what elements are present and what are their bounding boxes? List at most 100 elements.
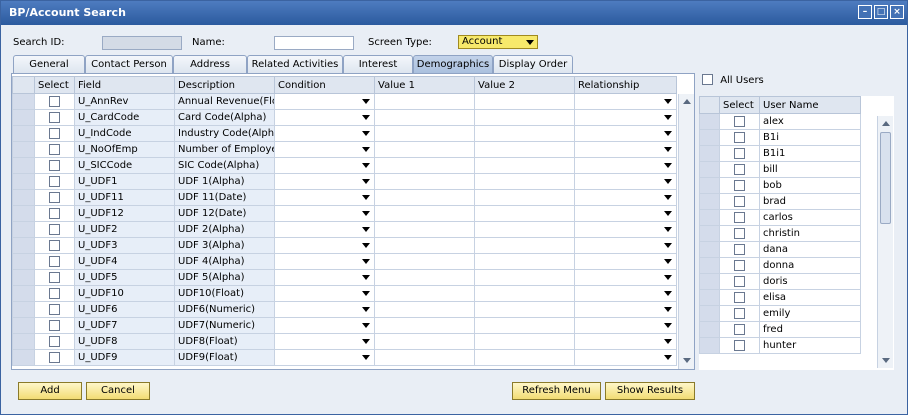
value-1-cell[interactable] [374, 269, 475, 286]
value-2-cell[interactable] [474, 333, 575, 350]
chevron-down-icon[interactable] [664, 355, 672, 360]
chevron-down-icon[interactable] [664, 339, 672, 344]
table-row[interactable]: U_NoOfEmpNumber of Employees [12, 141, 677, 158]
chevron-down-icon[interactable] [664, 163, 672, 168]
user-select-checkbox[interactable] [734, 179, 745, 191]
chevron-down-icon[interactable] [362, 99, 370, 104]
user-select-cell[interactable] [719, 177, 760, 194]
select-cell[interactable] [34, 125, 75, 142]
tab-display-order[interactable]: Display Order [493, 55, 573, 73]
list-item[interactable]: brad [699, 193, 861, 210]
chevron-down-icon[interactable] [362, 275, 370, 280]
chevron-down-icon[interactable] [664, 307, 672, 312]
row-header[interactable] [699, 225, 720, 242]
chevron-down-icon[interactable] [362, 163, 370, 168]
list-item[interactable]: bill [699, 161, 861, 178]
chevron-down-icon[interactable] [362, 131, 370, 136]
row-header[interactable] [699, 209, 720, 226]
relationship-cell[interactable] [574, 221, 677, 238]
select-cell[interactable] [34, 189, 75, 206]
select-cell[interactable] [34, 301, 75, 318]
relationship-cell[interactable] [574, 285, 677, 302]
row-select-checkbox[interactable] [49, 111, 60, 123]
row-header[interactable] [12, 189, 35, 206]
value-1-cell[interactable] [374, 125, 475, 142]
row-header[interactable] [12, 237, 35, 254]
user-select-cell[interactable] [719, 145, 760, 162]
row-select-checkbox[interactable] [49, 143, 60, 155]
chevron-down-icon[interactable] [664, 291, 672, 296]
tab-interest[interactable]: Interest [343, 55, 413, 73]
user-select-cell[interactable] [719, 337, 760, 354]
chevron-down-icon[interactable] [664, 195, 672, 200]
condition-cell[interactable] [274, 157, 375, 174]
row-select-checkbox[interactable] [49, 159, 60, 171]
relationship-cell[interactable] [574, 237, 677, 254]
user-select-checkbox[interactable] [734, 147, 745, 159]
user-select-cell[interactable] [719, 305, 760, 322]
col-select[interactable]: Select [34, 76, 75, 94]
chevron-down-icon[interactable] [362, 339, 370, 344]
add-button[interactable]: Add [18, 382, 82, 400]
chevron-down-icon[interactable] [362, 307, 370, 312]
chevron-down-icon[interactable] [362, 211, 370, 216]
value-2-cell[interactable] [474, 109, 575, 126]
row-header[interactable] [12, 253, 35, 270]
chevron-down-icon[interactable] [362, 243, 370, 248]
row-header[interactable] [699, 289, 720, 306]
row-select-checkbox[interactable] [49, 127, 60, 139]
col-value-2[interactable]: Value 2 [474, 76, 575, 94]
chevron-down-icon[interactable] [362, 291, 370, 296]
chevron-down-icon[interactable] [362, 195, 370, 200]
user-select-cell[interactable] [719, 273, 760, 290]
condition-cell[interactable] [274, 349, 375, 366]
value-1-cell[interactable] [374, 205, 475, 222]
select-cell[interactable] [34, 157, 75, 174]
table-row[interactable]: U_CardCode Card Code(Alpha) [12, 109, 677, 126]
select-cell[interactable] [34, 141, 75, 158]
chevron-down-icon[interactable] [362, 147, 370, 152]
table-row[interactable]: U_AnnRevAnnual Revenue(Float) [12, 93, 677, 110]
close-icon[interactable]: × [890, 5, 904, 19]
relationship-cell[interactable] [574, 333, 677, 350]
row-header[interactable] [12, 221, 35, 238]
value-1-cell[interactable] [374, 109, 475, 126]
list-item[interactable]: hunter [699, 337, 861, 354]
relationship-cell[interactable] [574, 173, 677, 190]
table-row[interactable]: U_UDF3 UDF 3(Alpha) [12, 237, 677, 254]
relationship-cell[interactable] [574, 317, 677, 334]
row-header[interactable] [12, 285, 35, 302]
maximize-icon[interactable]: □ [874, 5, 888, 19]
row-select-checkbox[interactable] [49, 271, 60, 283]
list-item[interactable]: donna [699, 257, 861, 274]
scroll-down-icon[interactable] [683, 358, 691, 363]
chevron-down-icon[interactable] [664, 115, 672, 120]
table-row[interactable]: U_SICCode SIC Code(Alpha) [12, 157, 677, 174]
select-cell[interactable] [34, 109, 75, 126]
select-cell[interactable] [34, 333, 75, 350]
condition-cell[interactable] [274, 141, 375, 158]
list-item[interactable]: dana [699, 241, 861, 258]
condition-cell[interactable] [274, 269, 375, 286]
relationship-cell[interactable] [574, 141, 677, 158]
table-row[interactable]: U_UDF4 UDF 4(Alpha) [12, 253, 677, 270]
user-select-cell[interactable] [719, 129, 760, 146]
relationship-cell[interactable] [574, 93, 677, 110]
value-2-cell[interactable] [474, 253, 575, 270]
table-row[interactable]: U_UDF12 UDF 12(Date) [12, 205, 677, 222]
select-cell[interactable] [34, 285, 75, 302]
value-1-cell[interactable] [374, 333, 475, 350]
user-select-checkbox[interactable] [734, 227, 745, 239]
chevron-down-icon[interactable] [362, 323, 370, 328]
value-1-cell[interactable] [374, 349, 475, 366]
list-item[interactable]: fred [699, 321, 861, 338]
row-header[interactable] [699, 305, 720, 322]
tab-general[interactable]: General [13, 55, 85, 73]
chevron-down-icon[interactable] [362, 259, 370, 264]
row-header[interactable] [699, 113, 720, 130]
table-row[interactable]: U_UDF10 UDF10(Float) [12, 285, 677, 302]
chevron-down-icon[interactable] [362, 115, 370, 120]
row-header[interactable] [12, 173, 35, 190]
row-select-checkbox[interactable] [49, 175, 60, 187]
select-cell[interactable] [34, 269, 75, 286]
